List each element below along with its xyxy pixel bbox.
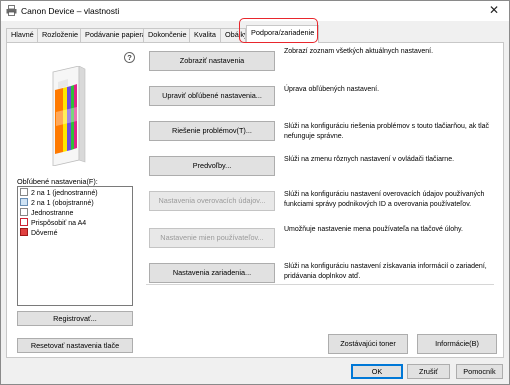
- printer-icon: [6, 5, 17, 16]
- information-button[interactable]: Informácie(B): [417, 334, 497, 354]
- favorite-item[interactable]: Prispôsobiť na A4: [20, 218, 86, 228]
- preferences-description: Slúži na zmenu rôznych nastavení v ovlád…: [284, 156, 455, 163]
- cancel-button[interactable]: Zrušiť: [407, 364, 450, 379]
- user-name-settings-description: Umožňuje nastavenie mena používateľa na …: [284, 226, 463, 233]
- tab-layout[interactable]: Rozloženie: [37, 28, 84, 42]
- favorite-item[interactable]: 2 na 1 (obojstranné): [20, 198, 94, 208]
- two-in-one-icon: [20, 188, 28, 196]
- remaining-toner-button[interactable]: Zostávajúci toner: [328, 334, 408, 354]
- favorite-item[interactable]: Jednostranne: [20, 208, 73, 218]
- tab-paper-source[interactable]: Podávanie papiera: [80, 28, 151, 42]
- troubleshooting-button[interactable]: Riešenie problémov(T)...: [149, 121, 275, 141]
- window-title: Canon Device – vlastnosti: [21, 6, 120, 16]
- device-settings-description: Slúži na konfiguráciu nastavení získavan…: [284, 263, 487, 280]
- ok-button[interactable]: OK: [351, 364, 403, 379]
- tab-quality[interactable]: Kvalita: [189, 28, 221, 42]
- confidential-icon: [20, 228, 28, 236]
- properties-dialog: Canon Device – vlastnosti ✕ Hlavné Rozlo…: [0, 0, 510, 385]
- close-icon[interactable]: ✕: [485, 2, 503, 19]
- favorites-list[interactable]: 2 na 1 (jednostranné) 2 na 1 (obojstrann…: [17, 186, 133, 306]
- help-icon[interactable]: ?: [124, 52, 135, 63]
- device-settings-button[interactable]: Nastavenia zariadenia...: [149, 263, 275, 283]
- authentication-settings-description: Slúži na konfiguráciu nastavení overovac…: [284, 191, 485, 208]
- support-device-panel: ? Obľúbené nastavenia(F): 2 na 1 (jednos…: [6, 42, 504, 358]
- edit-favorites-button[interactable]: Upraviť obľúbené nastavenia...: [149, 86, 275, 106]
- favorite-item[interactable]: Dôverné: [20, 228, 57, 238]
- tab-main[interactable]: Hlavné: [6, 28, 39, 42]
- single-sided-icon: [20, 208, 28, 216]
- panel-separator: [146, 284, 494, 285]
- troubleshooting-description: Slúži na konfiguráciu riešenia problémov…: [284, 123, 490, 140]
- tab-finishing[interactable]: Dokončenie: [143, 28, 192, 42]
- authentication-settings-button: Nastavenia overovacích údajov...: [149, 191, 275, 211]
- help-button[interactable]: Pomocník: [456, 364, 503, 379]
- show-settings-button[interactable]: Zobraziť nastavenia: [149, 51, 275, 71]
- two-in-one-duplex-icon: [20, 198, 28, 206]
- preferences-button[interactable]: Predvoľby...: [149, 156, 275, 176]
- page-preview-image: [52, 66, 86, 166]
- reset-print-settings-button[interactable]: Resetovať nastavenia tlače: [17, 338, 133, 353]
- fit-to-a4-icon: [20, 218, 28, 226]
- register-button[interactable]: Registrovať...: [17, 311, 133, 326]
- edit-favorites-description: Úprava obľúbených nastavení.: [284, 86, 380, 93]
- favorites-label: Obľúbené nastavenia(F):: [17, 177, 98, 186]
- title-bar: Canon Device – vlastnosti ✕: [1, 1, 509, 21]
- favorite-item[interactable]: 2 na 1 (jednostranné): [20, 188, 98, 198]
- tab-envelopes[interactable]: Obálky: [220, 28, 246, 42]
- tab-support-device[interactable]: Podpora/zariadenie: [246, 25, 320, 43]
- user-name-settings-button: Nastavenie mien používateľov...: [149, 228, 275, 248]
- show-settings-description: Zobrazí zoznam všetkých aktuálnych nasta…: [284, 48, 434, 55]
